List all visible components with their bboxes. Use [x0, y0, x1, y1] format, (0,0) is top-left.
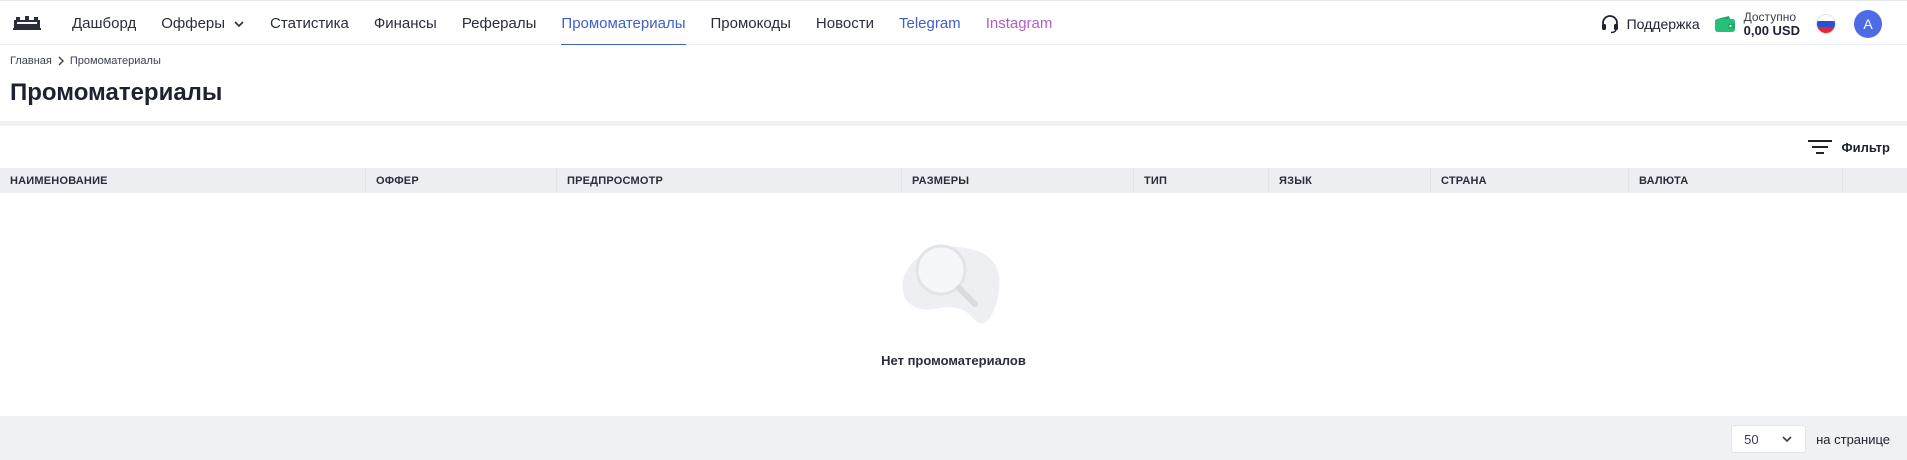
nav-item-label: Офферы — [161, 15, 226, 32]
balance-widget[interactable]: Доступно 0,00 USD — [1714, 9, 1800, 38]
column-header-sizes[interactable]: РАЗМЕРЫ — [902, 168, 1134, 193]
column-header-country[interactable]: СТРАНА — [1431, 168, 1629, 193]
per-page-value: 50 — [1744, 431, 1759, 447]
column-header-type[interactable]: ТИП — [1134, 168, 1269, 193]
chevron-down-icon — [234, 20, 244, 27]
nav-item-promo-materials[interactable]: Промоматериалы — [561, 1, 686, 46]
nav-item-telegram[interactable]: Telegram — [899, 1, 961, 46]
nav-item-label: Промоматериалы — [561, 15, 686, 32]
main-nav: Дашборд Офферы Статистика Финансы Рефера… — [72, 1, 1077, 46]
page-header: Главная Промоматериалы Промоматериалы — [0, 45, 1907, 121]
filter-label: Фильтр — [1841, 139, 1890, 155]
nav-item-offers[interactable]: Офферы — [161, 1, 245, 46]
breadcrumb-home-link[interactable]: Главная — [10, 55, 52, 67]
nav-item-label: Финансы — [373, 15, 437, 32]
magnifier-icon — [902, 244, 1000, 324]
column-header-preview[interactable]: ПРЕДПРОСМОТР — [557, 168, 902, 193]
nav-item-label: Новости — [815, 15, 874, 32]
nav-item-dashboard[interactable]: Дашборд — [72, 1, 136, 46]
nav-item-label: Статистика — [270, 15, 349, 32]
nav-item-referrals[interactable]: Рефералы — [462, 1, 537, 46]
nav-item-label: Рефералы — [461, 15, 537, 32]
nav-item-label: Промокоды — [710, 15, 791, 32]
column-header-currency[interactable]: ВАЛЮТА — [1629, 168, 1843, 193]
empty-state-text: Нет промоматериалов — [881, 353, 1026, 368]
per-page-control: 50 на странице — [1731, 425, 1890, 453]
filter-button[interactable]: Фильтр — [1808, 138, 1890, 156]
nav-item-statistics[interactable]: Статистика — [270, 1, 349, 46]
top-navbar: Дашборд Офферы Статистика Финансы Рефера… — [0, 0, 1907, 46]
filter-icon — [1808, 140, 1833, 154]
brand-logo[interactable] — [12, 15, 42, 31]
column-header-name[interactable]: НАИМЕНОВАНИЕ — [0, 168, 366, 193]
support-label: Поддержка — [1626, 15, 1700, 32]
nav-item-finances[interactable]: Финансы — [374, 1, 437, 46]
promo-materials-panel: Фильтр НАИМЕНОВАНИЕ ОФФЕР ПРЕДПРОСМОТР Р… — [0, 126, 1907, 416]
per-page-label: на странице — [1816, 431, 1890, 447]
pagination-bar: 50 на странице — [0, 416, 1907, 460]
support-link[interactable]: Поддержка — [1600, 14, 1700, 34]
nav-item-label: Дашборд — [72, 15, 137, 32]
nav-item-promo-codes[interactable]: Промокоды — [711, 1, 791, 46]
nav-item-instagram[interactable]: Instagram — [986, 1, 1053, 46]
chevron-down-icon — [1782, 436, 1792, 443]
empty-state: Нет промоматериалов — [0, 193, 1907, 416]
chevron-right-icon — [58, 56, 64, 66]
balance-value: 0,00 USD — [1743, 22, 1800, 38]
column-header-offer[interactable]: ОФФЕР — [366, 168, 557, 193]
nav-item-label: Instagram — [985, 15, 1053, 32]
avatar[interactable]: A — [1854, 9, 1882, 38]
breadcrumb: Главная Промоматериалы — [10, 55, 161, 67]
headset-icon — [1601, 14, 1618, 33]
language-flag-icon[interactable] — [1816, 13, 1836, 34]
page-title: Промоматериалы — [10, 79, 223, 106]
column-header-language[interactable]: ЯЗЫК — [1269, 168, 1431, 193]
nav-item-news[interactable]: Новости — [816, 1, 874, 46]
header-right: Поддержка Доступно 0,00 USD A — [1600, 1, 1907, 46]
nav-item-label: Telegram — [898, 15, 961, 32]
breadcrumb-current: Промоматериалы — [69, 55, 161, 67]
balance-label: Доступно — [1743, 9, 1796, 24]
wallet-icon — [1714, 15, 1735, 32]
per-page-select[interactable]: 50 — [1731, 425, 1807, 453]
column-header-actions — [1843, 168, 1907, 193]
table-header: НАИМЕНОВАНИЕ ОФФЕР ПРЕДПРОСМОТР РАЗМЕРЫ … — [0, 168, 1907, 193]
